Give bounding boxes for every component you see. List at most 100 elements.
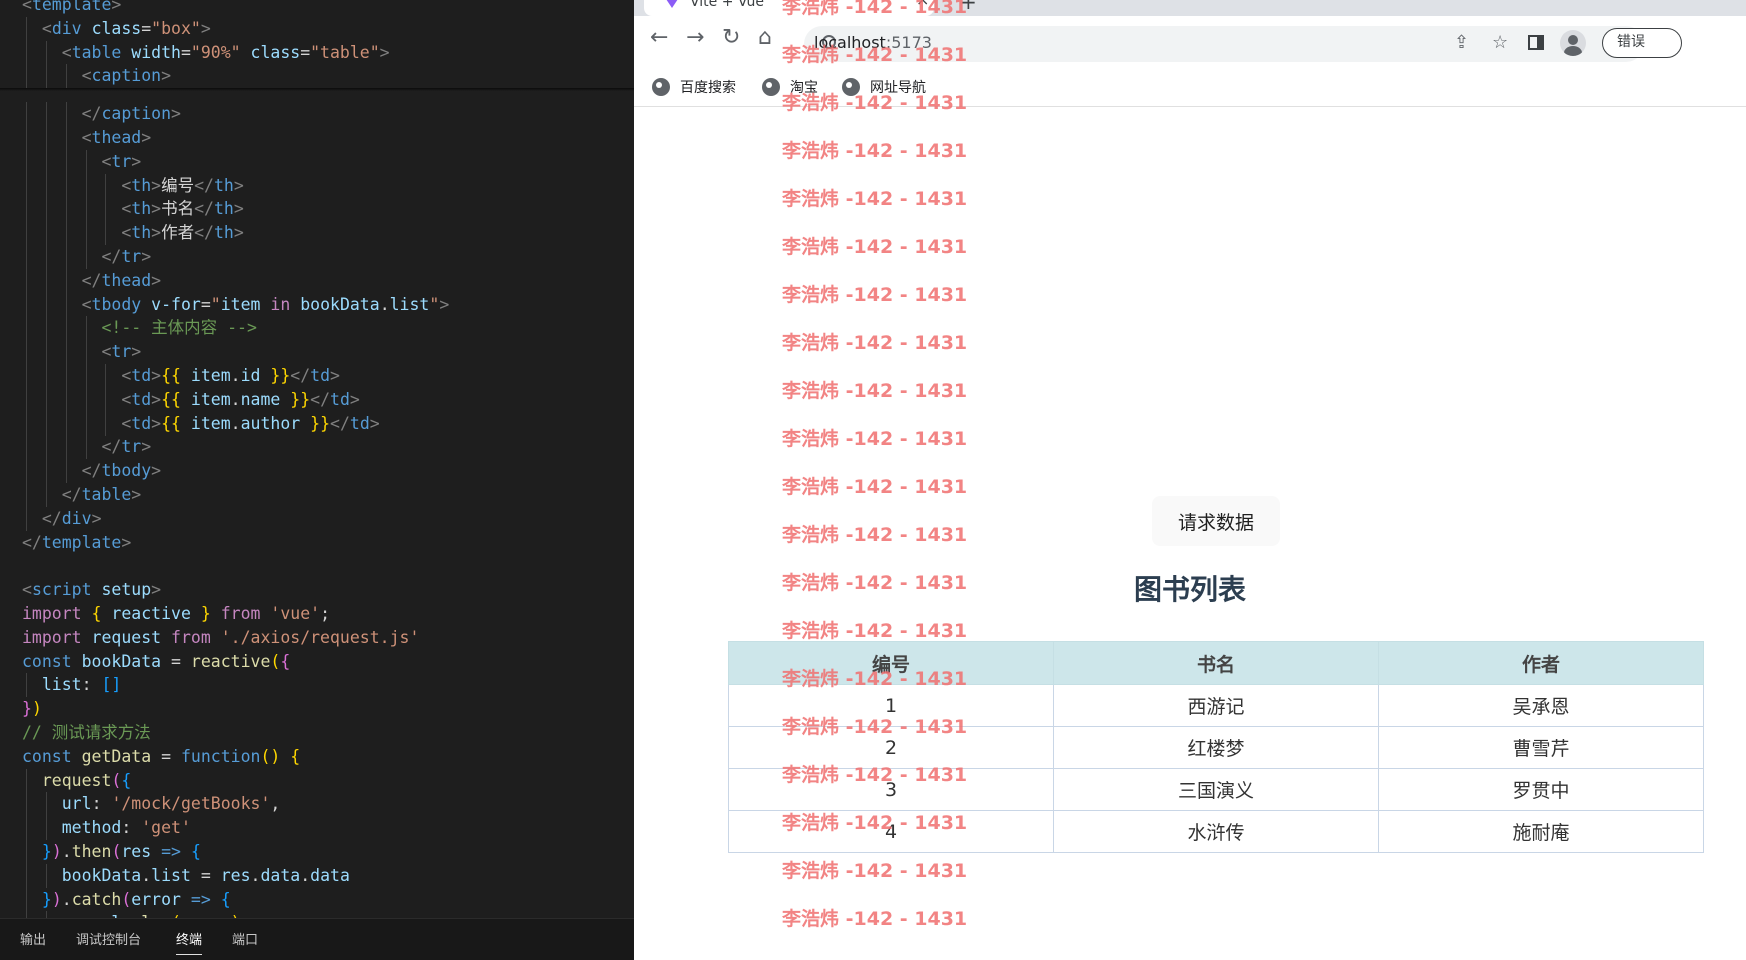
code-token: . [300, 865, 311, 885]
code-token: : [81, 675, 102, 695]
code-token: < [121, 413, 132, 433]
url-text[interactable]: localhost:5173 [814, 33, 932, 52]
cell-name: 水浒传 [1053, 810, 1379, 853]
code-token: . [230, 389, 241, 409]
code-line: </tbody> [22, 459, 161, 483]
reload-icon[interactable]: ↻ [722, 26, 740, 50]
code-token: then [71, 842, 112, 861]
code-line: <tr> [22, 150, 141, 174]
code-token: {{ [161, 366, 181, 385]
code-token: ; [320, 604, 331, 623]
code-token: . [61, 889, 72, 909]
fetch-data-button[interactable]: 请求数据 [1152, 496, 1280, 546]
table-row: 2 红楼梦 曹雪芹 [728, 726, 1704, 769]
new-tab-button[interactable]: + [960, 0, 977, 14]
code-token: > [141, 247, 152, 266]
error-button[interactable]: 错误 [1602, 28, 1682, 58]
code-token: < [121, 389, 132, 409]
book-table: 编号 书名 作者 1 西游记 吴承恩 2 红楼梦 曹雪芹 3 三国演义 罗贯中 [728, 641, 1704, 853]
code-token: template [41, 532, 122, 552]
table-row: 4 水浒传 施耐庵 [728, 810, 1704, 853]
code-token: // 测试请求方法 [22, 723, 151, 742]
code-token: </ [101, 247, 122, 266]
share-icon[interactable]: ⇪ [1454, 32, 1469, 53]
code-token: > [151, 175, 162, 195]
bookmark-baidu[interactable]: 百度搜索 [652, 76, 736, 100]
back-icon[interactable]: ← [650, 26, 668, 50]
code-token: res [121, 842, 152, 861]
code-token: ( [270, 651, 281, 671]
code-token: tbody [91, 294, 142, 314]
code-token: ) [31, 699, 42, 719]
code-token: tr [121, 247, 142, 266]
code-token: request [41, 770, 112, 790]
code-token: > [151, 270, 162, 290]
bookmark-star-icon[interactable]: ☆ [1492, 32, 1508, 53]
code-token: url [61, 794, 92, 814]
code-token: table [71, 42, 122, 62]
code-line: }).then(res => { [22, 840, 201, 864]
code-token: </ [81, 461, 102, 481]
code-token: class [250, 42, 301, 62]
code-token: setup [101, 580, 152, 600]
code-token: : [121, 818, 142, 838]
code-line: <template> [22, 0, 121, 17]
code-token: td [330, 389, 350, 409]
code-line: <td>{{ item.author }}</td> [22, 412, 379, 436]
table-body: 1 西游记 吴承恩 2 红楼梦 曹雪芹 3 三国演义 罗贯中 4 水浒传 施耐庵 [728, 684, 1704, 853]
code-line: }).catch(error => { [22, 888, 231, 912]
panel-tab[interactable]: 输出 [20, 919, 46, 960]
profile-avatar[interactable] [1560, 30, 1586, 56]
code-token: { [220, 889, 231, 909]
code-token: = [161, 651, 191, 671]
code-token: > [151, 223, 162, 243]
code-token: { [91, 604, 102, 623]
code-token: div [61, 508, 92, 528]
code-token: v-for [151, 294, 201, 314]
code-token: request [91, 627, 162, 647]
tab-close-icon[interactable]: × [916, 0, 929, 9]
side-panel-icon[interactable] [1528, 35, 1544, 50]
code-token: bookData [61, 865, 142, 885]
bookmark-nav[interactable]: 网址导航 [842, 76, 926, 100]
code-token: th [213, 223, 234, 243]
bookmarks-bar: 百度搜索 淘宝 网址导航 [634, 70, 1746, 107]
bookmark-taobao[interactable]: 淘宝 [762, 76, 818, 100]
code-token: > [151, 413, 162, 433]
code-line: </template> [22, 531, 131, 555]
cell-author: 施耐庵 [1378, 810, 1704, 853]
table-header-row: 编号 书名 作者 [728, 641, 1704, 685]
code-token: } [41, 889, 52, 909]
code-token: > [161, 66, 172, 86]
code-token: {{ [161, 389, 181, 409]
watermark-text: 李浩炜 -142 - 1431 [782, 524, 968, 546]
code-token: . [379, 294, 390, 314]
code-token: catch [71, 889, 122, 909]
code-token: , [270, 794, 281, 814]
code-editor[interactable]: </caption> <thead> <tr> <th>编号</th> <th>… [0, 0, 634, 960]
home-icon[interactable]: ⌂ [758, 26, 772, 50]
browser-tab[interactable] [644, 0, 934, 16]
panel-tab[interactable]: 端口 [232, 919, 258, 960]
code-area[interactable]: </caption> <thead> <tr> <th>编号</th> <th>… [0, 0, 634, 918]
forward-icon[interactable]: → [686, 26, 704, 50]
code-token: . [61, 842, 72, 861]
code-token: < [121, 175, 132, 195]
code-token: . [250, 865, 261, 885]
panel-tab[interactable]: 终端 [176, 919, 203, 960]
cell-id: 3 [728, 768, 1054, 811]
panel-tab[interactable]: 调试控制台 [76, 919, 141, 960]
code-token: { [190, 842, 201, 861]
